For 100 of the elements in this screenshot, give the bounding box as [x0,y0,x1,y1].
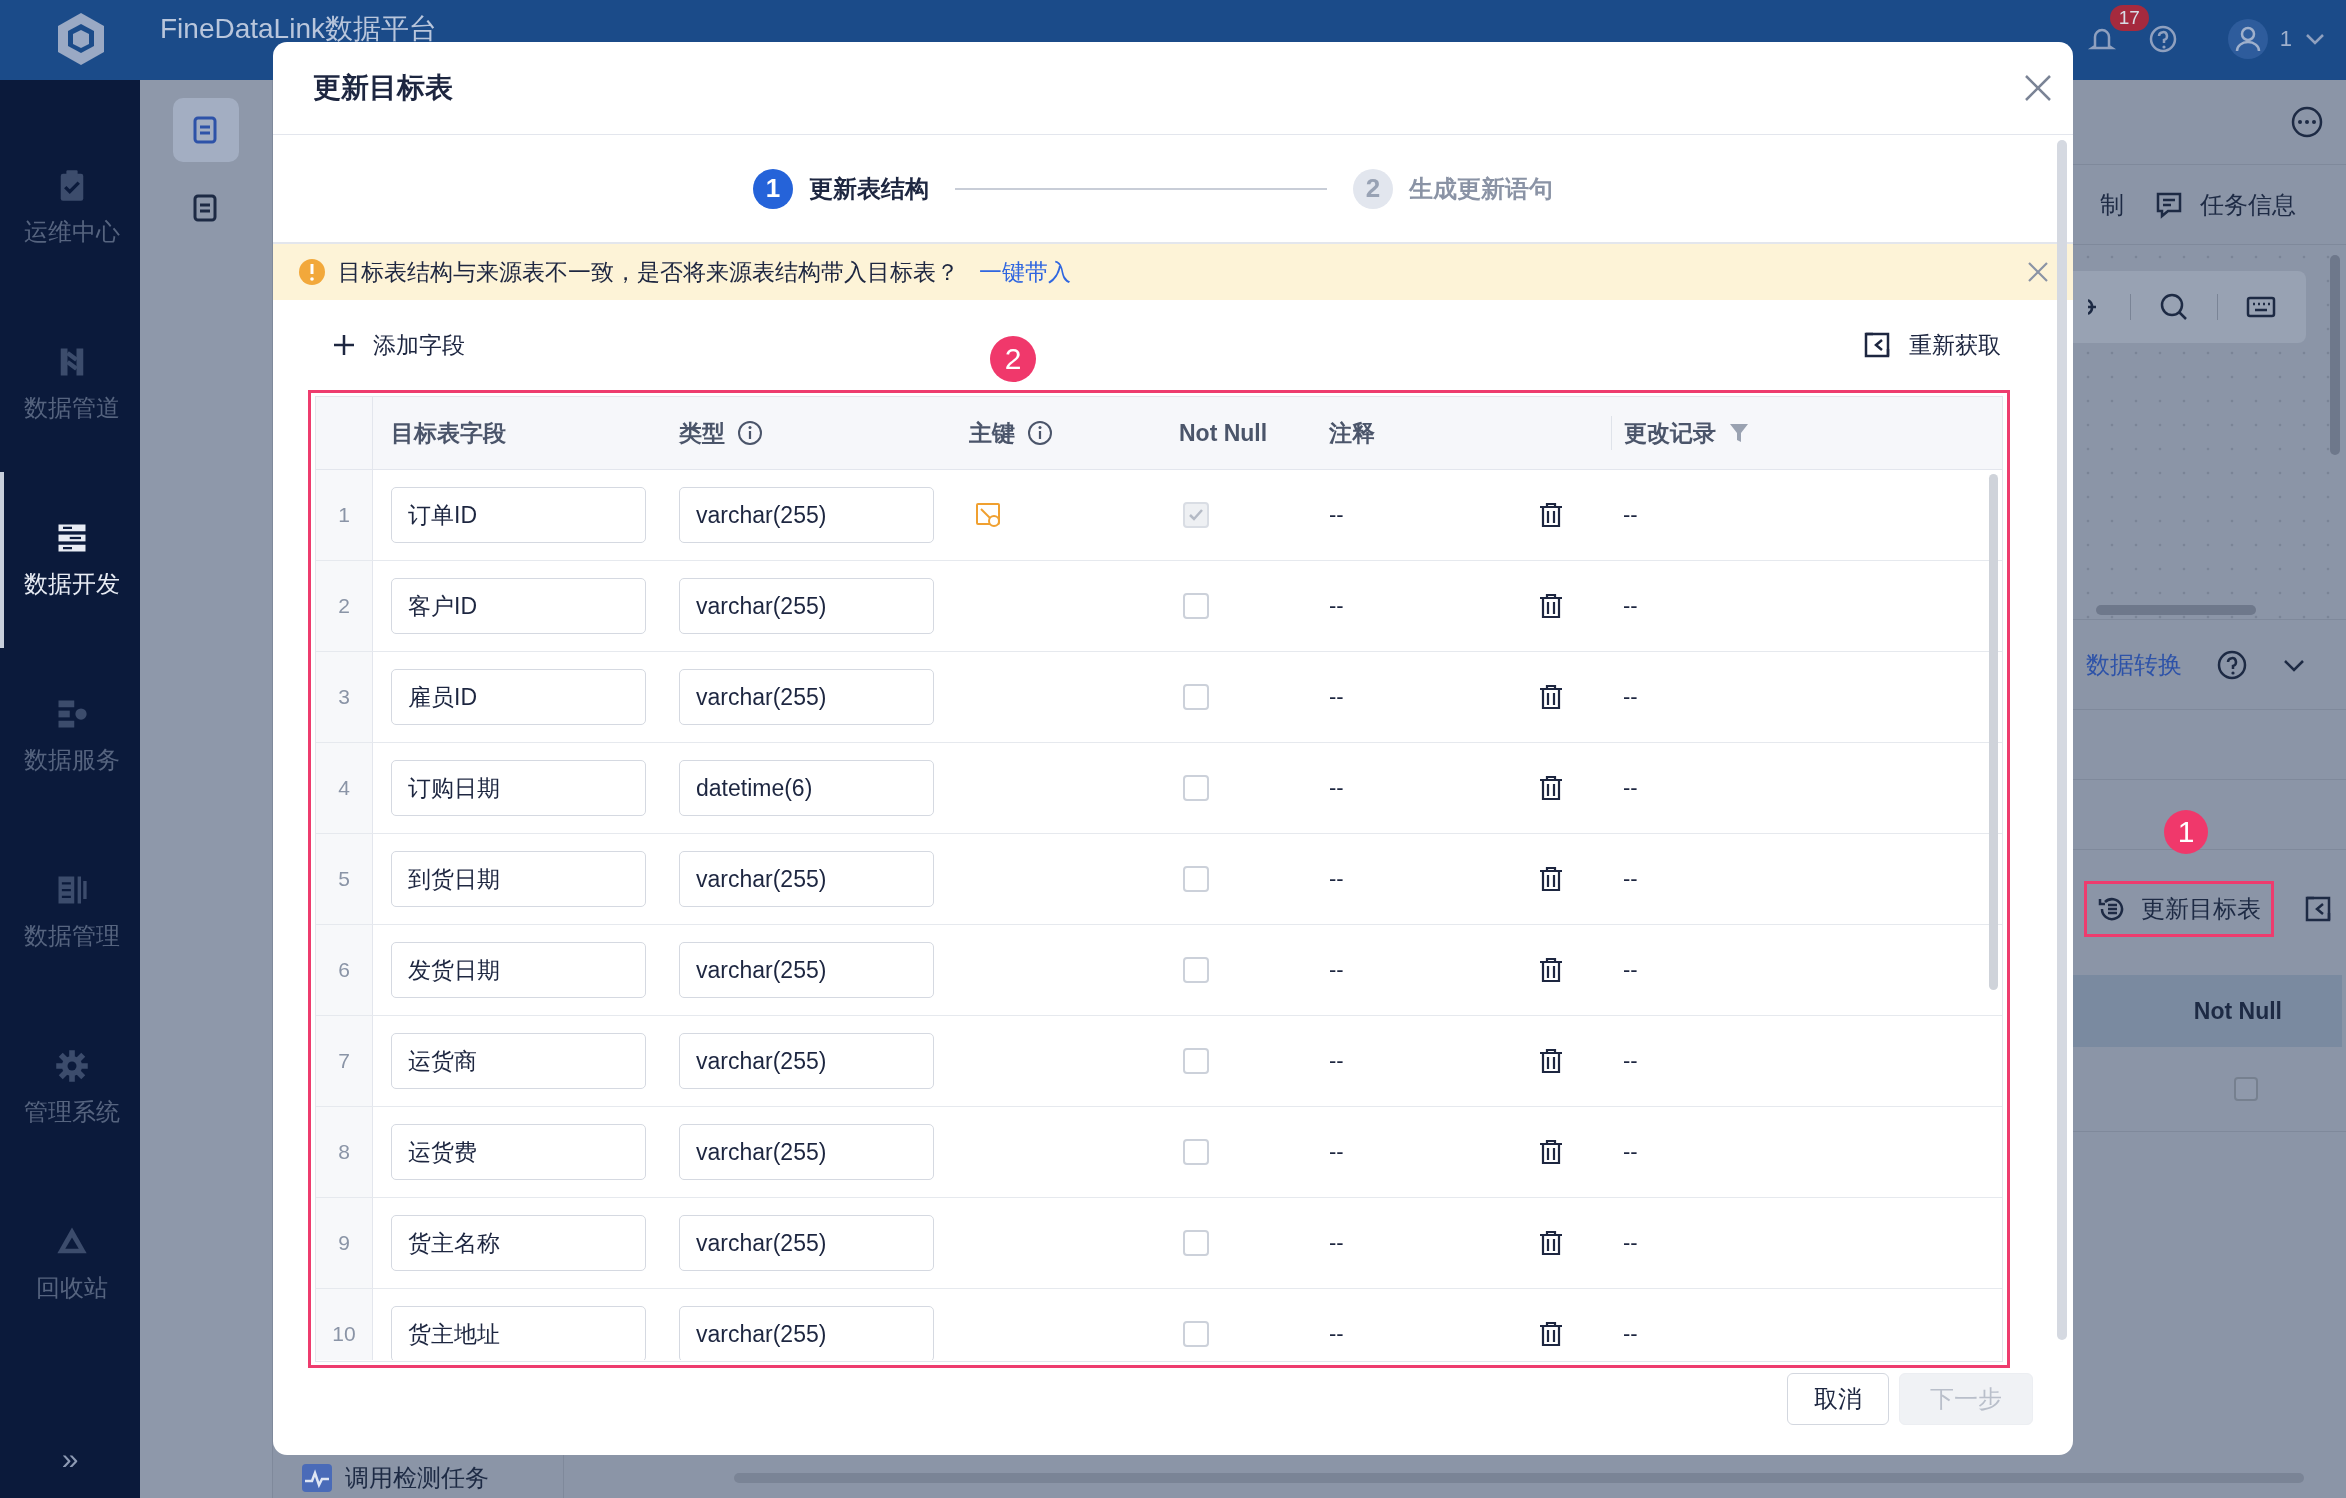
delete-icon[interactable] [1539,775,1563,801]
type-input[interactable]: varchar(255) [679,578,934,634]
scrollbar[interactable] [1989,474,1998,990]
column-header: 目标表字段 [391,418,506,448]
not-null-checkbox[interactable] [1183,957,1209,983]
filter-icon[interactable] [1728,422,1750,444]
refetch-button[interactable]: 重新获取 [1863,329,2001,361]
change-log-cell: -- [1623,775,1638,800]
more-icon[interactable] [2290,105,2324,139]
delete-icon[interactable] [1539,1321,1563,1347]
keyboard-icon[interactable] [2246,295,2276,319]
tab[interactable]: 制 [2100,188,2124,221]
export-icon[interactable] [2304,895,2332,923]
not-null-checkbox[interactable] [1183,1230,1209,1256]
annotation-badge: 2 [990,336,1036,382]
close-icon[interactable] [2023,73,2053,103]
notification-badge: 17 [2109,5,2149,31]
step[interactable]: 1 更新表结构 [753,168,929,209]
delete-icon[interactable] [1539,502,1563,528]
info-icon[interactable] [1027,420,1053,446]
row-number: 4 [316,743,373,833]
type-input[interactable]: varchar(255) [679,851,934,907]
update-table-button[interactable]: 更新目标表 [2084,881,2274,937]
help-icon[interactable] [2216,648,2248,681]
column-header: Not Null [1179,419,1268,447]
close-icon[interactable] [2027,261,2049,283]
field-name-input[interactable]: 订购日期 [391,760,646,816]
info-icon[interactable] [737,420,763,446]
row-number: 10 [316,1289,373,1360]
type-input[interactable]: varchar(255) [679,942,934,998]
not-null-checkbox[interactable] [1183,1321,1209,1347]
apply-link[interactable]: 一键带入 [979,256,1071,288]
type-input[interactable]: datetime(6) [679,760,934,816]
dialog-button[interactable]: 取消 [1787,1373,1889,1425]
type-input[interactable]: varchar(255) [679,1124,934,1180]
not-null-checkbox[interactable] [1183,866,1209,892]
user-name[interactable]: 1 [2279,26,2292,52]
task-name[interactable]: 调用检测任务 [345,1462,489,1494]
comment-cell: -- [1329,957,1344,982]
plus-icon [333,334,355,356]
change-log-cell: -- [1623,684,1638,709]
change-log-cell: -- [1623,866,1638,891]
not-null-checkbox[interactable] [1183,502,1209,528]
field-name-input[interactable]: 到货日期 [391,851,646,907]
delete-icon[interactable] [1539,684,1563,710]
not-null-checkbox[interactable] [1183,775,1209,801]
field-name-input[interactable]: 货主地址 [391,1306,646,1360]
field-name-input[interactable]: 货主名称 [391,1215,646,1271]
add-field-button[interactable]: 添加字段 [333,329,465,361]
change-log-cell: -- [1623,1230,1638,1255]
row-number: 5 [316,834,373,924]
comment-cell: -- [1329,593,1344,618]
search-icon[interactable] [2159,292,2189,322]
tab[interactable]: 任务信息 [2154,188,2296,221]
document-icon [192,115,220,145]
field-name-input[interactable]: 雇员ID [391,669,646,725]
not-null-checkbox[interactable] [1183,1139,1209,1165]
delete-icon[interactable] [1539,1048,1563,1074]
field-name-input[interactable]: 客户ID [391,578,646,634]
row-number: 1 [316,470,373,560]
scrollbar[interactable] [2096,605,2256,615]
type-input[interactable]: varchar(255) [679,1033,934,1089]
delete-icon[interactable] [1539,866,1563,892]
type-input[interactable]: varchar(255) [679,487,934,543]
column-header: 类型 [679,418,725,448]
delete-icon[interactable] [1539,1139,1563,1165]
comment-cell: -- [1329,775,1344,800]
change-log-cell: -- [1623,1321,1638,1346]
pulse-icon [301,1463,333,1493]
nav-tab[interactable] [173,98,239,162]
type-input[interactable]: varchar(255) [679,669,934,725]
type-input[interactable]: varchar(255) [679,1215,934,1271]
row-number: 3 [316,652,373,742]
delete-icon[interactable] [1539,1230,1563,1256]
column-header: 更改记录 [1624,418,1716,448]
not-null-checkbox[interactable] [1183,593,1209,619]
avatar-icon[interactable] [2227,19,2268,59]
field-name-input[interactable]: 运货费 [391,1124,646,1180]
help-icon[interactable] [2147,24,2178,54]
field-name-input[interactable]: 订单ID [391,487,646,543]
comment-cell: -- [1329,502,1344,527]
field-name-input[interactable]: 发货日期 [391,942,646,998]
annotation-badge: 1 [2164,810,2208,854]
scrollbar[interactable] [2330,255,2340,455]
settings-icon [54,1048,90,1084]
collapse-toggle[interactable]: » [0,1442,140,1498]
type-input[interactable]: varchar(255) [679,1306,934,1360]
check-icon [1188,507,1204,523]
field-name-input[interactable]: 运货商 [391,1033,646,1089]
checkbox[interactable] [2234,1077,2258,1101]
not-null-checkbox[interactable] [1183,1048,1209,1074]
change-log-cell: -- [1623,502,1638,527]
scrollbar[interactable] [2057,140,2067,1340]
delete-icon[interactable] [1539,593,1563,619]
row-number: 2 [316,561,373,651]
document-icon [192,193,220,223]
change-log-cell: -- [1623,1139,1638,1164]
column-header: Not Null [2193,997,2282,1025]
delete-icon[interactable] [1539,957,1563,983]
not-null-checkbox[interactable] [1183,684,1209,710]
